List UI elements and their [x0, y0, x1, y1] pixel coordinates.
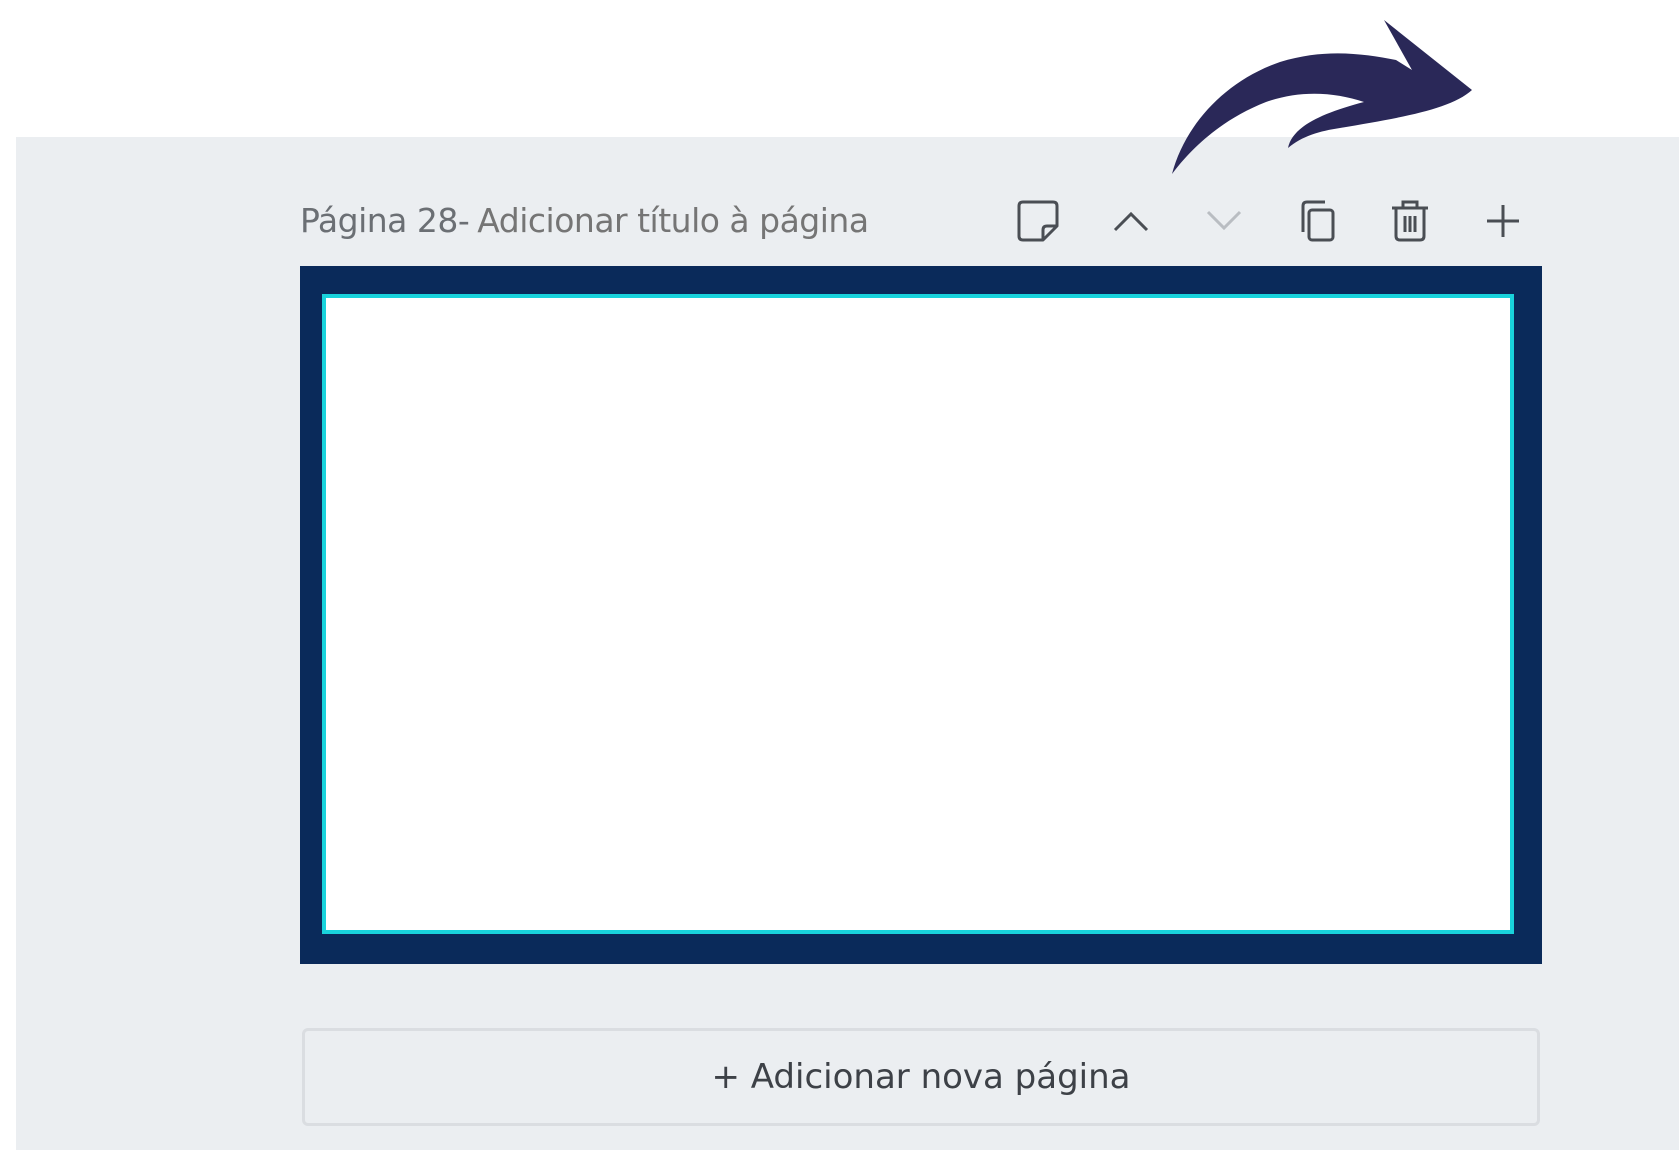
- page-header: Página 28 -: [300, 196, 948, 244]
- duplicate-icon[interactable]: [1290, 194, 1344, 248]
- plus-icon[interactable]: [1476, 194, 1530, 248]
- page-number-label: Página 28: [300, 200, 458, 240]
- add-page-button[interactable]: + Adicionar nova página: [302, 1028, 1540, 1126]
- trash-icon[interactable]: [1383, 194, 1437, 248]
- notes-icon[interactable]: [1011, 194, 1065, 248]
- arrow-annotation-icon: [1172, 20, 1472, 174]
- page-title-input[interactable]: [469, 200, 948, 240]
- chevron-up-icon[interactable]: [1104, 194, 1158, 248]
- page-title-separator: -: [457, 200, 470, 240]
- chevron-down-icon[interactable]: [1197, 194, 1251, 248]
- page-canvas[interactable]: [322, 294, 1514, 934]
- page-canvas-frame[interactable]: [300, 266, 1542, 964]
